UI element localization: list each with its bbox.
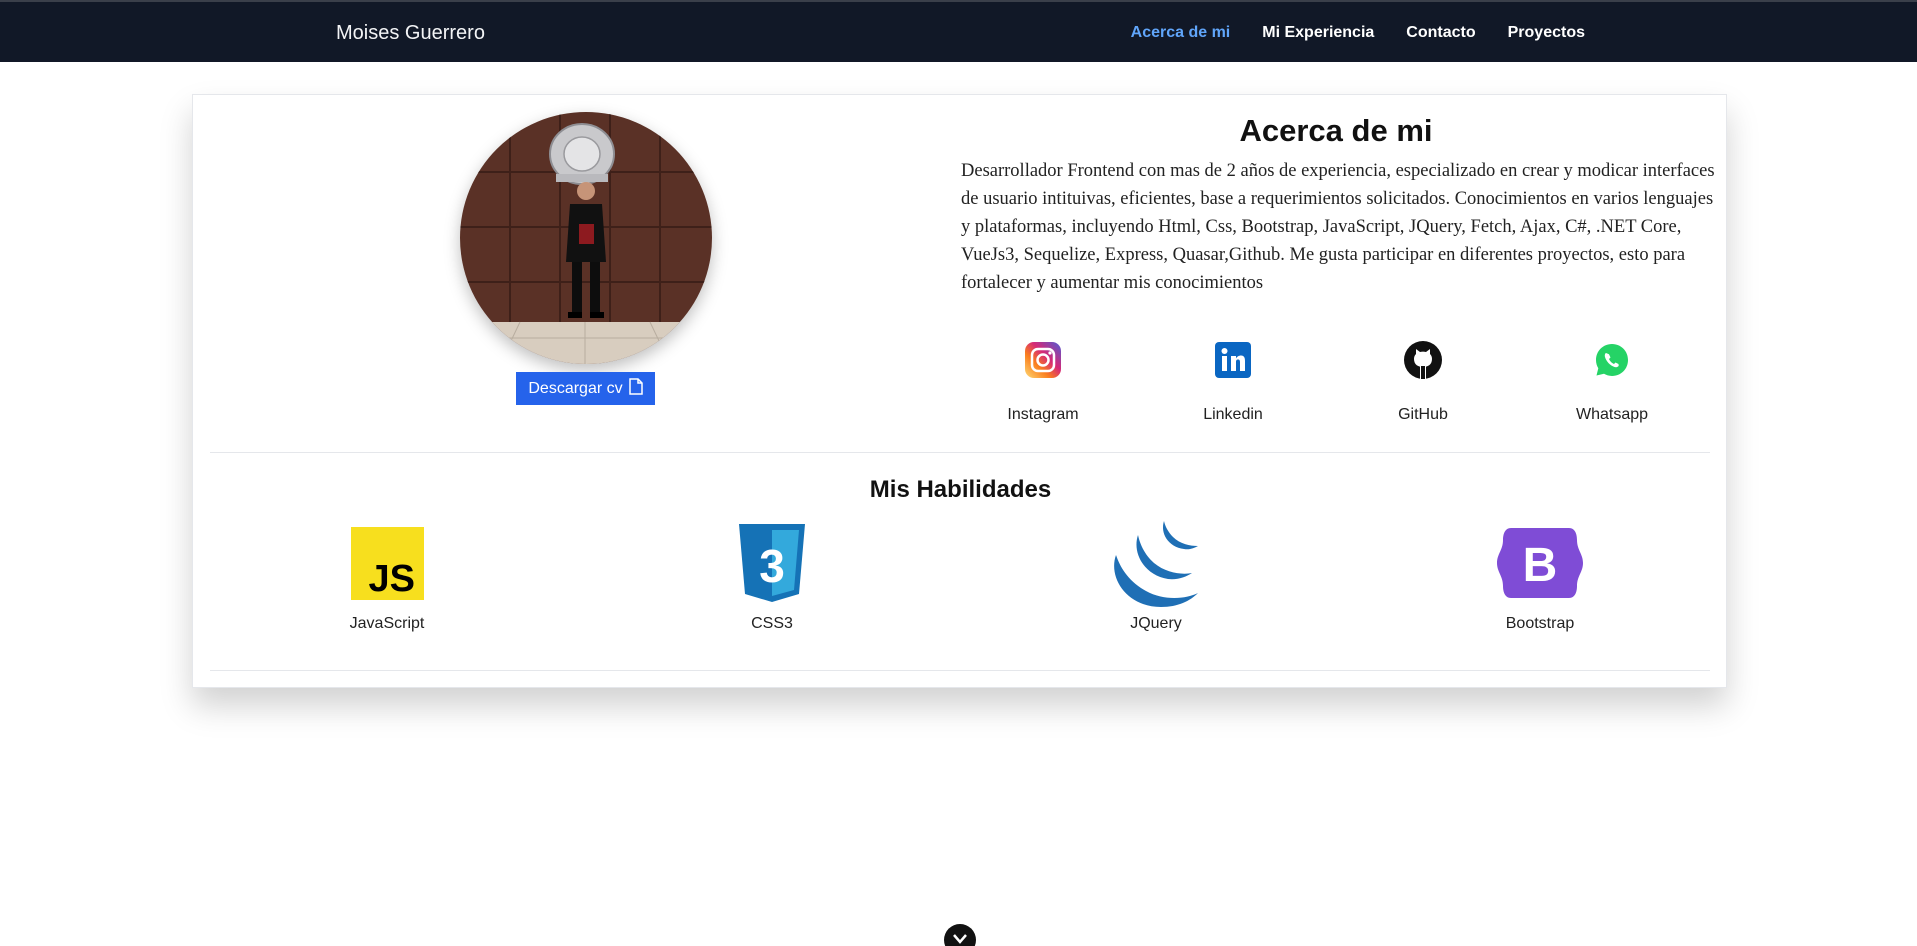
skill-label: Bootstrap <box>1505 615 1575 632</box>
nav-link-mi-experiencia[interactable]: Mi Experiencia <box>1262 24 1374 42</box>
social-label: Linkedin <box>1203 406 1263 423</box>
scroll-down-button[interactable] <box>944 924 976 946</box>
top-navbar: Moises Guerrero Acerca de mi Mi Experien… <box>0 0 1917 62</box>
social-label: GitHub <box>1398 406 1448 423</box>
social-instagram[interactable]: Instagram <box>983 340 1103 424</box>
social-whatsapp[interactable]: Whatsapp <box>1552 340 1672 424</box>
chevron-down-icon <box>952 932 968 946</box>
github-icon <box>1403 340 1443 380</box>
linkedin-icon <box>1213 340 1253 380</box>
nav-link-proyectos[interactable]: Proyectos <box>1508 24 1585 42</box>
javascript-logo: JS <box>337 523 437 603</box>
social-label: Instagram <box>1007 406 1079 423</box>
whatsapp-icon <box>1592 340 1632 380</box>
instagram-icon <box>1023 340 1063 380</box>
profile-photo <box>460 112 712 364</box>
brand-name[interactable]: Moises Guerrero <box>336 22 485 45</box>
bootstrap-logo: B <box>1490 523 1590 603</box>
nav-link-acerca-de-mi[interactable]: Acerca de mi <box>1131 24 1231 42</box>
skills-title: Mis Habilidades <box>869 476 1052 503</box>
skill-css3: 3 CSS3 <box>692 523 852 633</box>
skill-label: JavaScript <box>349 615 425 632</box>
section-divider <box>210 452 1710 453</box>
skill-javascript: JS JavaScript <box>307 523 467 633</box>
about-card: Descargar cv Acerca de mi Desarrollador … <box>192 94 1727 688</box>
file-icon <box>628 377 643 400</box>
about-title: Acerca de mi <box>1239 113 1433 148</box>
about-description: Desarrollador Frontend con mas de 2 años… <box>961 161 1715 293</box>
skill-label: JQuery <box>1130 615 1182 632</box>
section-divider-bottom <box>210 670 1710 671</box>
social-label: Whatsapp <box>1575 406 1649 423</box>
skill-bootstrap: B Bootstrap <box>1460 523 1620 633</box>
nav-links: Acerca de mi Mi Experiencia Contacto Pro… <box>1131 24 1585 42</box>
jquery-logo <box>1106 521 1206 607</box>
nav-link-contacto[interactable]: Contacto <box>1406 24 1475 42</box>
js-logo-text: JS <box>368 558 414 600</box>
social-linkedin[interactable]: Linkedin <box>1173 340 1293 424</box>
download-cv-label: Descargar cv <box>528 379 623 397</box>
skill-label: CSS3 <box>751 615 793 632</box>
social-github[interactable]: GitHub <box>1363 340 1483 424</box>
css3-logo-text: 3 <box>759 540 785 592</box>
bootstrap-logo-text: B <box>1523 539 1558 592</box>
skill-jquery: JQuery <box>1076 521 1236 633</box>
css3-logo: 3 <box>722 523 822 603</box>
download-cv-button[interactable]: Descargar cv <box>516 372 655 405</box>
